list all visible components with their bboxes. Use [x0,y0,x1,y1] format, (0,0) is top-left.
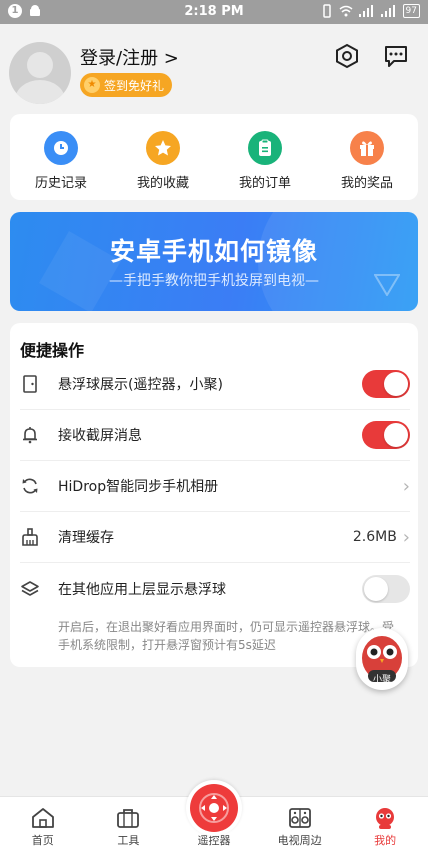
settings-hexagon-icon[interactable] [333,42,361,70]
bell-icon [20,423,50,447]
speaker-icon [288,808,311,828]
floating-assistant-ball[interactable]: 小聚 [356,628,408,690]
chevron-right-icon: › [402,475,410,497]
overlay-float-toggle[interactable] [362,574,410,603]
star-icon [146,131,180,165]
quick-item-history[interactable]: 历史记录 [10,114,112,200]
signin-gift-button[interactable]: ★ 签到免好礼 [80,73,173,97]
home-icon [31,808,54,828]
setting-label: 清理缓存 [58,530,114,546]
setting-overlay-float: 在其他应用上层显示悬浮球 [20,563,410,614]
quick-item-orders[interactable]: 我的订单 [214,114,316,200]
clock-icon [44,131,78,165]
setting-label: 悬浮球展示(遥控器，小聚) [58,377,223,393]
chevron-right-icon: › [402,526,410,548]
tab-label: 工具 [117,834,140,847]
remote-icon [190,784,238,832]
layers-icon [20,577,50,601]
banner-title: 安卓手机如何镜像 [109,237,318,266]
gift-icon [350,131,384,165]
battery-level: 97 [402,4,420,18]
tab-label: 我的 [374,834,397,847]
screenshot-messages-toggle[interactable] [362,421,410,449]
login-register-link[interactable]: 登录/注册 > [80,44,179,70]
cache-size: 2.6MB [352,529,397,545]
tab-label: 电视周边 [277,834,322,847]
profile-icon [376,808,395,829]
setting-screenshot-messages: 接收截屏消息 [20,410,410,461]
setting-hidrop-sync[interactable]: HiDrop智能同步手机相册 › [20,461,410,512]
quick-actions: 历史记录 我的收藏 我的订单 我的奖品 [10,114,418,200]
quick-item-favorites[interactable]: 我的收藏 [112,114,214,200]
clipboard-icon [248,131,282,165]
tab-label: 首页 [31,834,54,847]
setting-label: 接收截屏消息 [58,428,142,444]
avatar[interactable] [9,42,71,104]
quick-item-label: 我的收藏 [136,176,189,191]
status-bar: 1 2:18 PM 97 [0,0,428,24]
quick-operations-panel: 便捷操作 悬浮球展示(遥控器，小聚) 接收截屏消息 HiDrop智能同步手机相册… [10,323,418,667]
message-icon[interactable] [382,42,410,70]
sync-icon [20,474,50,498]
banner-subtitle: —手把手教你把手机投屏到电视— [109,273,319,289]
broom-icon [20,525,50,549]
tab-tools[interactable]: 工具 [86,797,172,850]
wifi-icon [339,5,353,17]
signal-icon [358,5,373,17]
floating-ball-toggle[interactable] [362,370,410,398]
quick-item-label: 历史记录 [34,176,87,191]
quick-item-label: 我的奖品 [340,176,393,191]
quick-item-prizes[interactable]: 我的奖品 [316,114,418,200]
section-title: 便捷操作 [20,341,85,360]
door-icon [20,372,50,396]
tab-tv-accessories[interactable]: 电视周边 [257,797,343,850]
vibrate-icon [322,4,331,18]
promo-banner[interactable]: 安卓手机如何镜像 —手把手教你把手机投屏到电视— [10,212,418,311]
quick-item-label: 我的订单 [238,176,291,191]
setting-label: HiDrop智能同步手机相册 [58,479,219,495]
remote-control-button[interactable] [186,780,242,836]
toolbox-icon [117,809,140,828]
setting-floating-ball: 悬浮球展示(遥控器，小聚) [20,359,410,410]
setting-clear-cache[interactable]: 清理缓存 2.6MB › [20,512,410,563]
signal-icon-2 [380,5,395,17]
floater-label: 小聚 [372,675,391,685]
profile-header: 登录/注册 > ★ 签到免好礼 [0,24,428,112]
overlay-note: 开启后，在退出聚好看应用界面时，仍可显示遥控器悬浮球。受手机系统限制，打开悬浮窗… [58,620,395,652]
setting-label: 在其他应用上层显示悬浮球 [58,581,226,598]
tab-home[interactable]: 首页 [0,797,86,850]
star-icon: ★ [84,77,100,93]
tab-mine[interactable]: 我的 [342,797,428,850]
signin-gift-label: 签到免好礼 [104,78,165,93]
